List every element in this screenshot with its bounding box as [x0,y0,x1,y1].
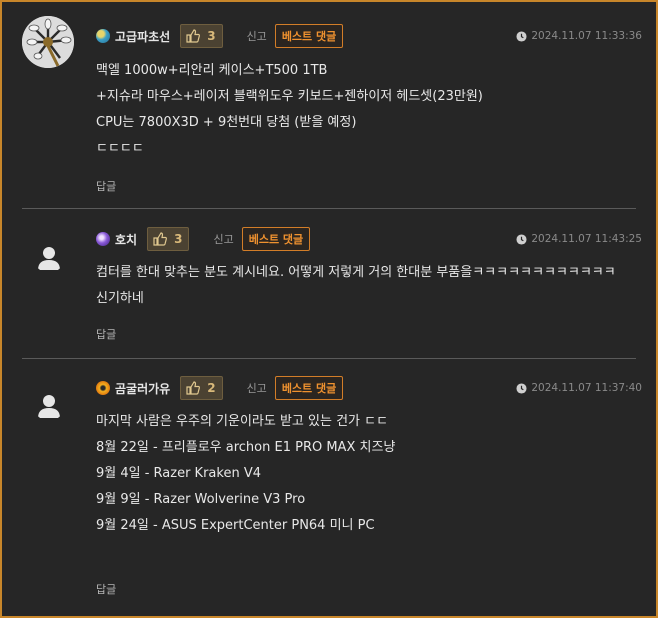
comment-timestamp: 2024.11.07 11:33:36 [516,30,642,42]
comment-item: 곰굴러가유 2 신고 베스트 댓글 2024.11.07 11:37:40 마지… [22,359,642,616]
like-count: 2 [207,381,216,395]
comment-line: +지슈라 마우스+레이저 블랙위도우 키보드+젠하이저 헤드셋(23만원) [96,89,483,104]
best-comment-badge: 베스트 댓글 [274,376,344,400]
comment-timestamp: 2024.11.07 11:43:25 [516,233,642,245]
thumbs-up-icon [186,29,201,43]
timestamp-text: 2024.11.07 11:37:40 [531,382,642,394]
clock-icon [516,30,527,42]
comment-line: 8월 22일 - 프리플로우 archon E1 PRO MAX 치즈냥 [96,440,396,455]
comment-line: ㄷㄷㄷㄷ [96,141,144,156]
reply-link[interactable]: 답글 [96,178,116,194]
report-link[interactable]: 신고 [247,380,267,396]
thumbs-up-icon [153,232,168,246]
comment-line: 9월 4일 - Razer Kraken V4 [96,466,261,481]
comment-body: 컴터를 한대 맞추는 분도 계시네요. 어떻게 저렇게 거의 한대분 부품을ㅋㅋ… [96,260,628,312]
comment-line: 9월 9일 - Razer Wolverine V3 Pro [96,492,306,507]
clock-icon [516,382,527,394]
comment-line: 컴터를 한대 맞추는 분도 계시네요. 어떻게 저렇게 거의 한대분 부품을ㅋㅋ… [96,265,616,306]
best-comment-badge: 베스트 댓글 [241,227,311,251]
comment-line: 마지막 사람은 우주의 기운이라도 받고 있는 건가 ㄷㄷ [96,414,389,429]
comment-line: 맥엘 1000w+리안리 케이스+T500 1TB [96,63,328,78]
report-link[interactable]: 신고 [247,28,267,44]
timestamp-text: 2024.11.07 11:33:36 [531,30,642,42]
comment-item: 호치 3 신고 베스트 댓글 2024.11.07 11:43:25 컴터를 한… [22,209,642,359]
comment-body: 맥엘 1000w+리안리 케이스+T500 1TB +지슈라 마우스+레이저 블… [96,58,636,162]
globe-level-icon [96,29,110,43]
avatar[interactable] [34,243,64,273]
like-count: 3 [207,29,216,43]
nickname[interactable]: 호치 [115,231,137,248]
reply-link[interactable]: 답글 [96,326,116,342]
best-comment-badge: 베스트 댓글 [274,24,344,48]
like-count: 3 [174,232,183,246]
orange-swirl-level-icon [96,381,110,395]
person-silhouette-icon [38,247,60,270]
comment-item: 고급파초선 3 신고 베스트 댓글 2024.11.07 11:33:36 맥엘… [22,2,642,209]
purple-orb-level-icon [96,232,110,246]
avatar-image [22,16,74,68]
reply-link[interactable]: 답글 [96,581,116,597]
like-button[interactable]: 3 [180,24,223,48]
clock-icon [516,233,527,245]
timestamp-text: 2024.11.07 11:43:25 [531,233,642,245]
nickname[interactable]: 곰굴러가유 [115,380,170,397]
comment-line: CPU는 7800X3D + 9천번대 당첨 (받을 예정) [96,115,357,130]
report-link[interactable]: 신고 [213,231,233,247]
comment-body: 마지막 사람은 우주의 기운이라도 받고 있는 건가 ㄷㄷ 8월 22일 - 프… [96,409,636,539]
comment-timestamp: 2024.11.07 11:37:40 [516,382,642,394]
thumbs-up-icon [186,381,201,395]
like-button[interactable]: 3 [147,227,190,251]
nickname[interactable]: 고급파초선 [115,28,170,45]
like-button[interactable]: 2 [180,376,223,400]
comment-list: 고급파초선 3 신고 베스트 댓글 2024.11.07 11:33:36 맥엘… [0,0,658,618]
avatar[interactable] [22,16,74,68]
avatar[interactable] [34,391,64,421]
comment-line: 9월 24일 - ASUS ExpertCenter PN64 미니 PC [96,518,375,533]
person-silhouette-icon [38,395,60,418]
